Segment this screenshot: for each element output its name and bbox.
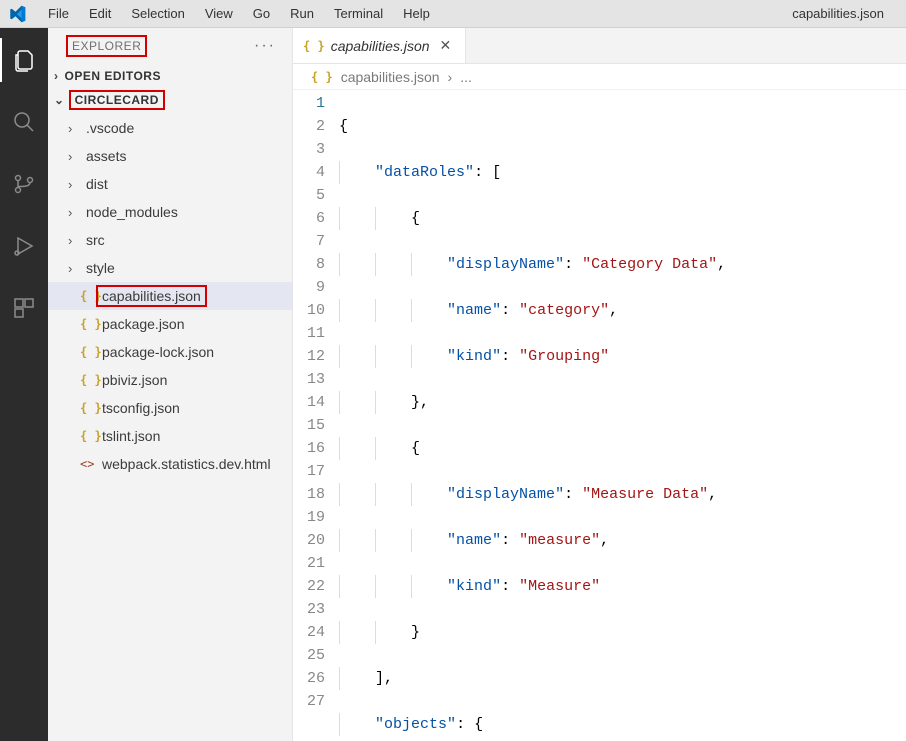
activity-explorer[interactable] xyxy=(0,38,48,82)
extensions-icon xyxy=(12,296,36,320)
json-file-icon: { } xyxy=(80,373,96,387)
files-icon xyxy=(12,48,36,72)
folder-label: assets xyxy=(86,148,126,164)
open-editors-section[interactable]: › OPEN EDITORS xyxy=(48,64,292,88)
search-icon xyxy=(12,110,36,134)
activity-bar xyxy=(0,28,48,741)
explorer-more-actions[interactable]: ··· xyxy=(254,37,276,55)
json-file-icon: { } xyxy=(80,317,96,331)
menu-view[interactable]: View xyxy=(195,6,243,21)
branch-icon xyxy=(12,172,36,196)
chevron-right-icon: › xyxy=(68,121,80,136)
menu-selection[interactable]: Selection xyxy=(121,6,194,21)
breadcrumb-file: capabilities.json xyxy=(341,69,440,85)
menu-edit[interactable]: Edit xyxy=(79,6,121,21)
debug-icon xyxy=(12,234,36,258)
editor-area: { } capabilities.json ✕ { } capabilities… xyxy=(293,28,906,741)
breadcrumb-bar[interactable]: { } capabilities.json › ... xyxy=(293,64,906,90)
chevron-right-icon: › xyxy=(68,233,80,248)
file-label: pbiviz.json xyxy=(102,372,167,388)
menu-help[interactable]: Help xyxy=(393,6,440,21)
file-package-json[interactable]: { } package.json xyxy=(48,310,292,338)
html-file-icon: <> xyxy=(80,457,96,471)
json-file-icon: { } xyxy=(303,39,325,53)
file-tsconfig-json[interactable]: { } tsconfig.json xyxy=(48,394,292,422)
close-tab-icon[interactable]: ✕ xyxy=(436,37,456,54)
open-editors-label: OPEN EDITORS xyxy=(65,69,161,83)
project-section[interactable]: ⌄ CIRCLECARD xyxy=(48,88,292,112)
line-number-gutter: 1 2 3 4 5 6 7 8 9 10 11 12 13 14 15 16 1… xyxy=(293,90,339,741)
folder-label: node_modules xyxy=(86,204,178,220)
folder-assets[interactable]: › assets xyxy=(48,142,292,170)
menu-run[interactable]: Run xyxy=(280,6,324,21)
file-label: tslint.json xyxy=(102,428,160,444)
folder-label: src xyxy=(86,232,105,248)
folder-style[interactable]: › style xyxy=(48,254,292,282)
menu-bar: File Edit Selection View Go Run Terminal… xyxy=(0,0,906,28)
json-file-icon: { } xyxy=(80,429,96,443)
tab-label: capabilities.json xyxy=(331,38,430,54)
file-label: package.json xyxy=(102,316,185,332)
file-label: capabilities.json xyxy=(98,287,205,305)
file-label: webpack.statistics.dev.html xyxy=(102,456,271,472)
chevron-right-icon: › xyxy=(54,69,59,83)
activity-search[interactable] xyxy=(0,100,48,144)
json-file-icon: { } xyxy=(80,345,96,359)
chevron-right-icon: › xyxy=(448,69,453,85)
file-package-lock-json[interactable]: { } package-lock.json xyxy=(48,338,292,366)
file-webpack-html[interactable]: <> webpack.statistics.dev.html xyxy=(48,450,292,478)
project-label: CIRCLECARD xyxy=(71,92,163,108)
folder-vscode[interactable]: › .vscode xyxy=(48,114,292,142)
file-pbiviz-json[interactable]: { } pbiviz.json xyxy=(48,366,292,394)
activity-extensions[interactable] xyxy=(0,286,48,330)
menu-terminal[interactable]: Terminal xyxy=(324,6,393,21)
file-capabilities-json[interactable]: { }capabilities.json xyxy=(48,282,292,310)
chevron-down-icon: ⌄ xyxy=(54,93,65,107)
folder-src[interactable]: › src xyxy=(48,226,292,254)
chevron-right-icon: › xyxy=(68,177,80,192)
explorer-title: EXPLORER xyxy=(68,37,145,55)
code-content[interactable]: { "dataRoles": [ { "displayName": "Categ… xyxy=(339,90,906,741)
activity-source-control[interactable] xyxy=(0,162,48,206)
folder-label: dist xyxy=(86,176,108,192)
folder-node-modules[interactable]: › node_modules xyxy=(48,198,292,226)
menu-file[interactable]: File xyxy=(38,6,79,21)
chevron-right-icon: › xyxy=(68,261,80,276)
title-filename: capabilities.json xyxy=(778,6,898,21)
json-file-icon: { } xyxy=(80,401,96,415)
folder-dist[interactable]: › dist xyxy=(48,170,292,198)
breadcrumb-trail: ... xyxy=(460,69,472,85)
vscode-logo-icon xyxy=(8,5,26,23)
folder-label: .vscode xyxy=(86,120,134,136)
folder-label: style xyxy=(86,260,115,276)
chevron-right-icon: › xyxy=(68,205,80,220)
chevron-right-icon: › xyxy=(68,149,80,164)
editor-tabs: { } capabilities.json ✕ xyxy=(293,28,906,64)
json-file-icon: { } xyxy=(80,289,96,303)
file-tree: › .vscode › assets › dist › node_modules › sr… xyxy=(48,112,292,741)
code-editor[interactable]: 1 2 3 4 5 6 7 8 9 10 11 12 13 14 15 16 1… xyxy=(293,90,906,741)
file-label: package-lock.json xyxy=(102,344,214,360)
menu-go[interactable]: Go xyxy=(243,6,280,21)
explorer-sidebar: EXPLORER ··· › OPEN EDITORS ⌄ CIRCLECARD… xyxy=(48,28,293,741)
activity-run-debug[interactable] xyxy=(0,224,48,268)
json-file-icon: { } xyxy=(311,70,333,84)
tab-capabilities-json[interactable]: { } capabilities.json ✕ xyxy=(293,28,466,63)
file-label: tsconfig.json xyxy=(102,400,180,416)
file-tslint-json[interactable]: { } tslint.json xyxy=(48,422,292,450)
